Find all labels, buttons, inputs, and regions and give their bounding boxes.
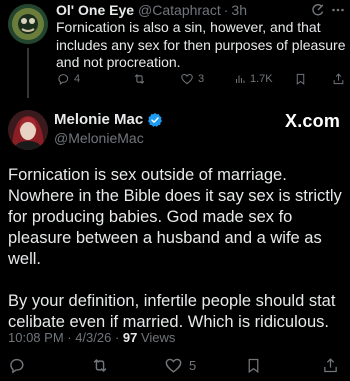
reply-icon xyxy=(58,74,69,85)
like-count: 5 xyxy=(189,358,197,373)
tweet-timestamp[interactable]: 10:08 PM · 4/3/26 · xyxy=(8,330,123,345)
parent-view-count: 1.7K xyxy=(250,73,273,85)
like-icon xyxy=(181,73,193,85)
repost-icon xyxy=(93,358,107,373)
x-com-watermark: X.com xyxy=(285,111,341,131)
tweet-meta: 10:08 PM · 4/3/26 · 97 Views xyxy=(8,330,175,345)
parent-tweet[interactable]: Ol' One Eye @Cataphract · 3h Fornication… xyxy=(0,0,350,98)
share-icon xyxy=(333,73,344,85)
parent-author-name[interactable]: Ol' One Eye xyxy=(56,2,134,18)
main-avatar[interactable] xyxy=(8,110,48,150)
bookmark-icon xyxy=(296,73,305,85)
parent-like-count: 3 xyxy=(198,73,205,85)
parent-like-button[interactable]: 3 xyxy=(180,72,204,86)
reply-icon xyxy=(10,358,24,374)
bookmark-icon xyxy=(248,358,259,374)
share-icon xyxy=(324,358,337,373)
parent-timestamp[interactable]: 3h xyxy=(231,2,247,18)
reply-button[interactable] xyxy=(7,356,26,375)
main-tweet-text: Fornication is sex outside of marriage. … xyxy=(8,165,344,333)
parent-share-button[interactable] xyxy=(332,72,345,86)
thread-connector-line xyxy=(27,48,29,98)
parent-repost-button[interactable] xyxy=(132,72,147,86)
main-tweet-paragraph: Fornication is sex outside of marriage. … xyxy=(8,166,342,268)
main-author-name[interactable]: Melonie Mac xyxy=(54,111,143,128)
separator-dot: · xyxy=(223,2,229,18)
tweet-views-label: Views xyxy=(137,330,176,345)
verified-badge-icon[interactable] xyxy=(147,112,163,128)
share-button[interactable] xyxy=(322,356,339,375)
bookmark-button[interactable] xyxy=(245,356,262,375)
like-button[interactable]: 5 xyxy=(164,356,196,375)
like-icon xyxy=(165,358,182,373)
repost-icon xyxy=(134,74,145,84)
grok-icon[interactable] xyxy=(311,3,325,17)
parent-bookmark-button[interactable] xyxy=(294,72,307,86)
parent-tweet-text: Fornication is also a sin, however, and … xyxy=(56,19,346,70)
parent-action-bar: 4 3 1.7K xyxy=(56,72,346,90)
parent-reply-count: 4 xyxy=(74,73,81,85)
tweet-thread: Ol' One Eye @Cataphract · 3h Fornication… xyxy=(0,0,350,381)
main-author-handle[interactable]: @MelonieMac xyxy=(54,130,144,146)
main-action-bar: 5 xyxy=(0,356,350,376)
repost-button[interactable] xyxy=(90,356,110,375)
views-icon xyxy=(236,75,245,83)
more-icon[interactable] xyxy=(331,3,345,17)
parent-avatar[interactable] xyxy=(8,4,48,44)
parent-author-handle[interactable]: @Cataphract xyxy=(138,2,221,18)
parent-views-button[interactable]: 1.7K xyxy=(234,72,273,86)
parent-reply-button[interactable]: 4 xyxy=(56,72,80,86)
main-tweet-paragraph: By your definition, infertile people sho… xyxy=(8,292,336,331)
main-author-row: Melonie Mac xyxy=(54,111,163,128)
tweet-view-count[interactable]: 97 xyxy=(123,330,137,345)
parent-header: Ol' One Eye @Cataphract · 3h xyxy=(56,2,247,18)
